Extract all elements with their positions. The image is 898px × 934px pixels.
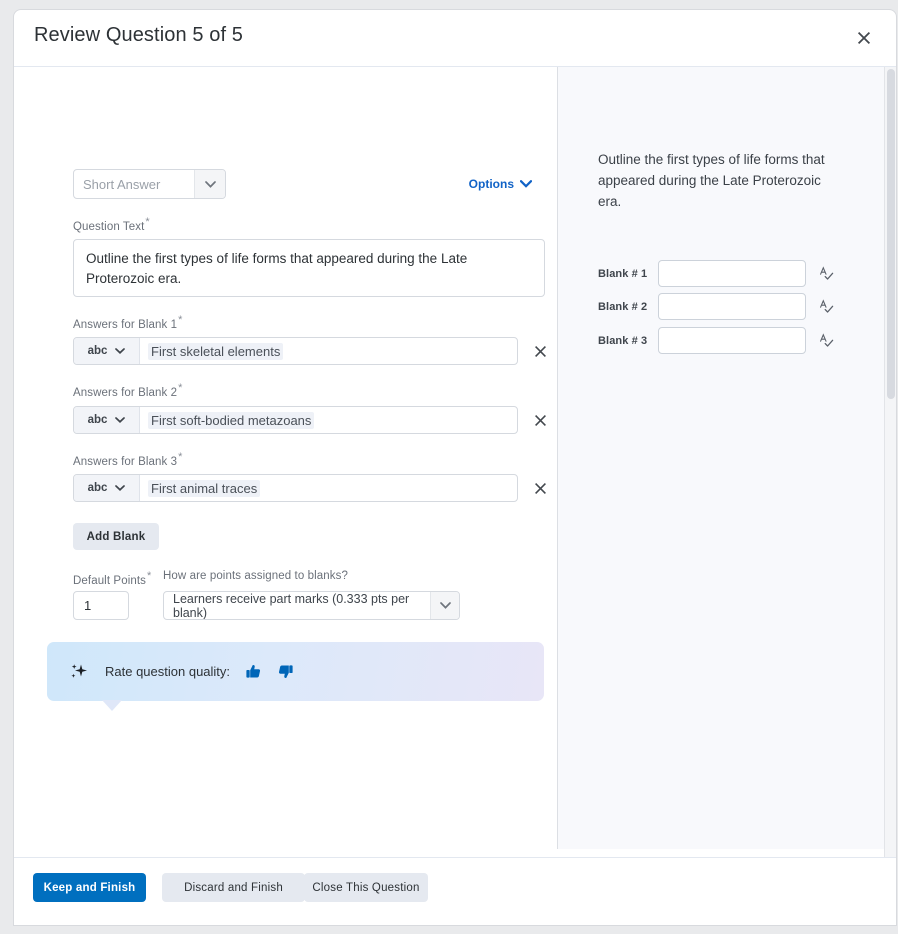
answer-text-value-3: First animal traces (148, 479, 261, 497)
delete-answer-button-3[interactable] (530, 478, 550, 498)
answers-blank-1-label-text: Answers for Blank 1 (73, 318, 178, 331)
close-icon (534, 414, 546, 426)
answers-blank-2-label: Answers for Blank 2* (73, 382, 183, 399)
discard-and-finish-button[interactable]: Discard and Finish (162, 873, 305, 902)
default-points-input[interactable] (73, 591, 129, 620)
dialog-scrollbar-thumb[interactable] (887, 69, 895, 399)
thumbs-down-button[interactable] (277, 663, 294, 680)
required-marker: * (178, 314, 183, 326)
dialog-scrollbar[interactable] (884, 67, 896, 858)
sparkle-icon (71, 663, 87, 678)
answers-blank-1-label: Answers for Blank 1* (73, 314, 183, 331)
question-preview-pane: Outline the first types of life forms th… (557, 67, 884, 849)
thumbs-up-icon (246, 664, 261, 678)
answer-row: abc First soft-bodied metazoans (73, 406, 518, 434)
preview-blank-row-1: Blank # 1 (598, 260, 834, 287)
add-blank-button[interactable]: Add Blank (73, 523, 159, 550)
chevron-down-icon (520, 180, 532, 188)
preview-blank-input-2[interactable] (658, 293, 806, 320)
preview-question-text: Outline the first types of life forms th… (598, 152, 825, 209)
chevron-down-icon (115, 417, 126, 423)
options-toggle[interactable]: Options (469, 177, 532, 191)
delete-answer-button-1[interactable] (530, 341, 550, 361)
points-assignment-select[interactable]: Learners receive part marks (0.333 pts p… (163, 591, 460, 620)
default-points-label-text: Default Points (73, 574, 146, 587)
answer-match-type-select-1[interactable]: abc (74, 338, 140, 364)
question-text-label: Question Text* (73, 216, 150, 233)
points-assignment-caret (430, 592, 459, 619)
close-this-question-button[interactable]: Close This Question (304, 873, 428, 902)
preview-blank-input-1[interactable] (658, 260, 806, 287)
spellcheck-icon (819, 266, 833, 280)
preview-blank-row-2: Blank # 2 (598, 293, 834, 320)
points-assignment-value: Learners receive part marks (0.333 pts p… (173, 591, 410, 620)
close-dialog-button[interactable] (848, 22, 880, 54)
spellcheck-icon (819, 299, 833, 313)
preview-blank-row-3: Blank # 3 (598, 327, 834, 354)
chevron-down-icon (204, 180, 216, 188)
answer-match-type-value: abc (87, 345, 108, 357)
delete-answer-button-2[interactable] (530, 410, 550, 430)
question-type-value: Short Answer (83, 176, 161, 192)
spellcheck-button-1[interactable] (818, 266, 834, 282)
answer-row: abc First skeletal elements (73, 337, 518, 365)
required-marker: * (145, 216, 150, 228)
question-type-caret (194, 170, 225, 198)
question-type-select[interactable]: Short Answer (73, 169, 226, 199)
rate-question-quality-label: Rate question quality: (105, 664, 231, 679)
thumbs-down-icon (278, 665, 293, 679)
required-marker: * (178, 382, 183, 394)
required-marker: * (147, 570, 152, 582)
dialog-header: Review Question 5 of 5 (14, 10, 896, 67)
preview-blank-label-3: Blank # 3 (598, 334, 648, 347)
points-assignment-label: How are points assigned to blanks? (163, 570, 348, 582)
chevron-down-icon (115, 348, 126, 354)
default-points-label: Default Points* (73, 570, 151, 587)
rate-question-quality-panel: Rate question quality: (47, 642, 544, 701)
dialog-body: Short Answer Options Question Text* Outl… (14, 67, 896, 858)
keep-and-finish-button[interactable]: Keep and Finish (33, 873, 146, 902)
spellcheck-button-2[interactable] (818, 299, 834, 315)
answers-blank-3-label-text: Answers for Blank 3 (73, 455, 178, 468)
chevron-down-icon (115, 485, 126, 491)
answer-match-type-value: abc (87, 414, 108, 426)
question-editor-pane: Short Answer Options Question Text* Outl… (14, 67, 557, 858)
close-icon (534, 482, 546, 494)
answers-blank-3-label: Answers for Blank 3* (73, 451, 183, 468)
preview-blank-label-1: Blank # 1 (598, 267, 648, 280)
answer-text-value-2: First soft-bodied metazoans (148, 411, 315, 429)
answer-match-type-select-3[interactable]: abc (74, 475, 140, 501)
page-title: Review Question 5 of 5 (34, 24, 243, 46)
close-icon (857, 31, 871, 45)
options-label: Options (468, 177, 514, 191)
question-text-input[interactable]: Outline the first types of life forms th… (73, 239, 545, 297)
answer-text-input-3[interactable]: First animal traces (140, 475, 517, 501)
question-text-label-text: Question Text (73, 220, 145, 233)
answer-text-input-1[interactable]: First skeletal elements (140, 338, 517, 364)
dialog-footer: Keep and Finish Discard and Finish Close… (14, 857, 896, 925)
answers-blank-2-label-text: Answers for Blank 2 (73, 386, 178, 399)
answer-match-type-value: abc (87, 482, 108, 494)
spellcheck-icon (819, 333, 833, 347)
required-marker: * (178, 451, 183, 463)
answer-text-value-1: First skeletal elements (148, 342, 284, 360)
rate-panel-pointer (102, 700, 122, 711)
thumbs-up-button[interactable] (245, 663, 262, 680)
preview-blank-input-3[interactable] (658, 327, 806, 354)
preview-blank-label-2: Blank # 2 (598, 300, 648, 313)
answer-match-type-select-2[interactable]: abc (74, 407, 140, 433)
close-icon (534, 345, 546, 357)
answer-text-input-2[interactable]: First soft-bodied metazoans (140, 407, 517, 433)
chevron-down-icon (439, 602, 451, 609)
answer-row: abc First animal traces (73, 474, 518, 502)
review-question-dialog: Review Question 5 of 5 Short Answer Opti… (13, 9, 897, 926)
spellcheck-button-3[interactable] (818, 333, 834, 349)
